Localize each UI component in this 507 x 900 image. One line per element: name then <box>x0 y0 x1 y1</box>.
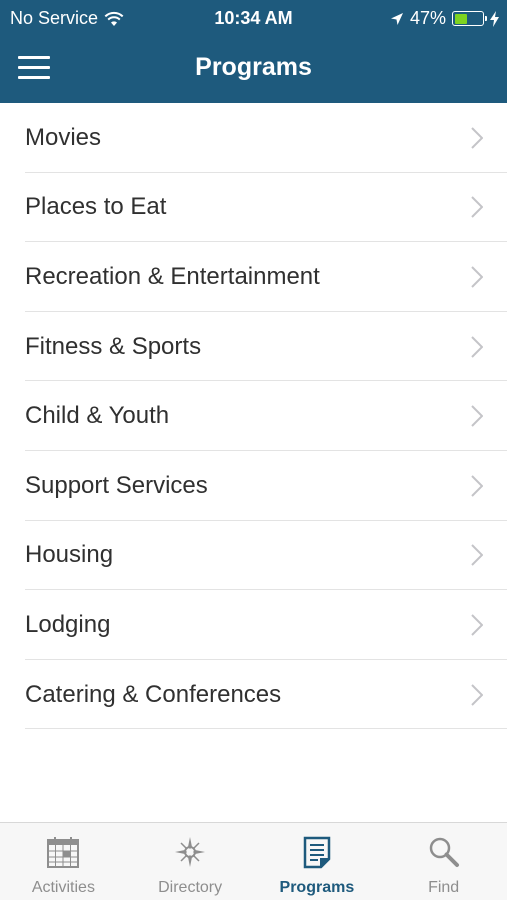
tab-label: Activities <box>31 879 95 896</box>
tab-label: Find <box>428 879 460 896</box>
tab-label: Programs <box>279 879 355 896</box>
chevron-right-icon <box>471 475 483 497</box>
document-icon <box>300 835 334 869</box>
compass-icon <box>173 835 207 869</box>
list-item[interactable]: Movies <box>0 103 507 173</box>
list-item[interactable]: Support Services <box>0 451 507 521</box>
tab-find[interactable]: Find <box>380 823 507 900</box>
list-item-label: Places to Eat <box>25 193 167 221</box>
calendar-icon <box>46 835 80 869</box>
list-item-label: Child & Youth <box>25 402 170 430</box>
list-item[interactable]: Recreation & Entertainment <box>0 242 507 312</box>
list-item-label: Catering & Conferences <box>25 680 282 708</box>
status-bar: No Service 10:34 AM 47% <box>0 0 507 36</box>
chevron-right-icon <box>471 405 483 427</box>
list-item[interactable]: Places to Eat <box>0 173 507 243</box>
tab-directory[interactable]: Directory <box>127 823 254 900</box>
list-item[interactable]: Housing <box>0 521 507 591</box>
list-item-label: Recreation & Entertainment <box>25 262 320 290</box>
app-header: No Service 10:34 AM 47% Programs <box>0 0 507 103</box>
chevron-right-icon <box>471 196 483 219</box>
tab-activities[interactable]: Activities <box>0 823 127 900</box>
list-item[interactable]: Lodging <box>0 590 507 660</box>
chevron-right-icon <box>471 544 483 567</box>
list-item-label: Lodging <box>25 610 111 638</box>
chevron-right-icon <box>471 335 483 358</box>
tab-label: Directory <box>158 879 223 896</box>
list-item-label: Fitness & Sports <box>25 332 202 360</box>
tab-bar: Activities Directory Programs Find <box>0 822 507 900</box>
chevron-right-icon <box>471 266 483 288</box>
battery-percent: 47% <box>409 8 446 28</box>
programs-list: Movies Places to Eat Recreation & Entertai… <box>0 103 507 729</box>
chevron-right-icon <box>471 614 483 636</box>
list-item-label: Support Services <box>25 471 208 499</box>
battery-level-fill <box>454 13 468 24</box>
location-arrow-icon <box>390 12 403 25</box>
chevron-right-icon <box>471 683 483 706</box>
navigation-bar: Programs <box>0 36 507 103</box>
list-item-label: Movies <box>25 123 102 151</box>
page-title: Programs <box>195 53 312 81</box>
tab-programs[interactable]: Programs <box>254 823 381 900</box>
charging-bolt-icon <box>490 10 499 27</box>
list-item[interactable]: Fitness & Sports <box>0 312 507 382</box>
status-right: 47% <box>390 8 499 29</box>
chevron-right-icon <box>471 127 483 149</box>
list-item-label: Housing <box>25 541 114 569</box>
list-item[interactable]: Catering & Conferences <box>0 660 507 730</box>
magnifier-icon <box>427 835 461 869</box>
battery-icon <box>452 11 487 26</box>
list-item[interactable]: Child & Youth <box>0 381 507 451</box>
